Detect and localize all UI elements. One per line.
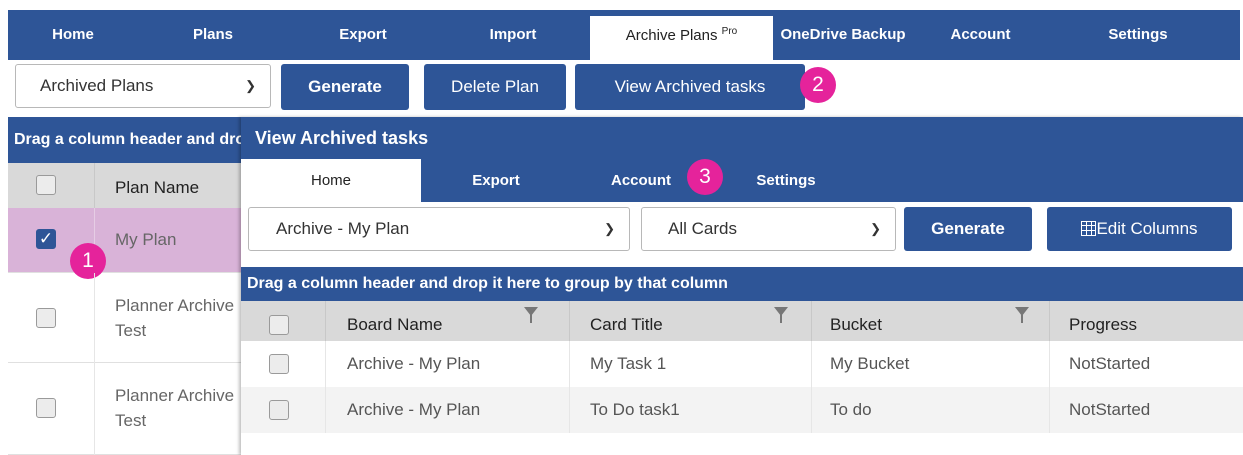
chevron-down-icon: ❯ [245,78,256,93]
plan-name-cell: Planner Archive [115,386,235,405]
plan-name-cell-line2: Test [115,411,147,430]
progress-header[interactable]: Progress [1069,301,1137,341]
tab-export[interactable]: Export [288,10,438,60]
pro-label: Pro [721,26,738,37]
column-divider [811,301,812,341]
modal-tab-settings[interactable]: Settings [736,159,836,202]
filter-icon[interactable] [774,307,788,323]
modal-nav-bar: Home Export Account Settings [241,159,1243,202]
card-title-cell: To Do task1 [590,400,680,419]
row-checkbox[interactable] [269,354,289,374]
modal-tab-export[interactable]: Export [421,159,571,202]
plan-name-cell: My Plan [115,230,177,249]
column-divider [325,341,326,387]
row-checkbox[interactable] [269,400,289,420]
column-divider [569,301,570,341]
modal-generate-button[interactable]: Generate [904,207,1032,251]
chevron-down-icon: ❯ [870,221,881,236]
card-title-header[interactable]: Card Title [590,301,663,341]
select-all-checkbox[interactable] [269,315,289,335]
tab-onedrive-backup[interactable]: OneDrive Backup [773,10,913,60]
progress-cell: NotStarted [1069,400,1151,419]
delete-plan-button[interactable]: Delete Plan [424,64,566,110]
tab-archive-plans-label: Archive Plans [625,27,718,44]
chevron-down-icon: ❯ [604,221,615,236]
plan-type-value: Archived Plans [40,76,154,95]
top-nav-bar: Home Plans Export Import Archive Plans P… [8,10,1240,60]
column-divider [811,341,812,387]
board-select[interactable]: Archive - My Plan ❯ [248,207,630,251]
bucket-cell: My Bucket [830,354,910,373]
board-select-value: Archive - My Plan [276,219,410,238]
group-by-bar[interactable]: Drag a column header and drop it here to… [241,267,1243,301]
column-divider [94,363,95,455]
column-divider [94,163,95,208]
row-checkbox[interactable] [36,308,56,328]
plan-grid-header: Plan Name [8,163,241,208]
view-archived-tasks-button[interactable]: View Archived tasks [575,64,805,110]
edit-columns-label: Edit Columns [1096,219,1198,238]
tab-account[interactable]: Account [913,10,1048,60]
column-divider [811,387,812,433]
progress-cell: NotStarted [1069,354,1151,373]
table-row[interactable]: Archive - My Plan To Do task1 To do NotS… [241,387,1243,433]
edit-columns-button[interactable]: Edit Columns [1047,207,1232,251]
cards-filter-value: All Cards [668,219,737,238]
step-badge-2: 2 [800,67,836,103]
board-name-cell: Archive - My Plan [347,400,481,419]
column-divider [569,341,570,387]
board-name-cell: Archive - My Plan [347,354,481,373]
tab-import[interactable]: Import [438,10,588,60]
table-row[interactable]: ✓ My Plan [8,208,241,273]
column-divider [94,273,95,363]
plan-name-header[interactable]: Plan Name [115,163,199,203]
modal-tab-home[interactable]: Home [241,159,421,202]
table-row[interactable]: Archive - My Plan My Task 1 My Bucket No… [241,341,1243,387]
cards-filter-select[interactable]: All Cards ❯ [641,207,896,251]
select-all-checkbox[interactable] [36,175,56,195]
table-row[interactable]: Planner Archive Test [8,363,241,455]
filter-icon[interactable] [1015,307,1029,323]
generate-button[interactable]: Generate [281,64,409,110]
window-title: View Archived tasks [241,117,1243,159]
tasks-grid-header: Board Name Card Title Bucket Progress [241,301,1243,341]
plan-type-select[interactable]: Archived Plans ❯ [15,64,271,108]
row-checkbox[interactable]: ✓ [36,229,56,249]
tab-archive-plans[interactable]: Archive Plans Pro [590,16,773,60]
column-divider [1049,387,1050,433]
view-archived-tasks-window: View Archived tasks Home Export Account … [241,117,1243,455]
columns-grid-icon [1081,221,1097,236]
column-divider [325,387,326,433]
column-divider [569,387,570,433]
tab-home[interactable]: Home [8,10,138,60]
bucket-cell: To do [830,400,872,419]
board-name-header[interactable]: Board Name [347,301,442,341]
modal-tab-account[interactable]: Account [586,159,696,202]
plan-name-cell: Planner Archive [115,296,235,315]
column-divider [1049,341,1050,387]
step-badge-3: 3 [687,159,723,195]
column-divider [1049,301,1050,341]
column-divider [325,301,326,341]
tab-settings[interactable]: Settings [1048,10,1228,60]
group-by-bar[interactable]: Drag a column header and drop it here to… [8,117,241,163]
plan-name-cell-line2: Test [115,321,147,340]
bucket-header[interactable]: Bucket [830,301,882,341]
tab-plans[interactable]: Plans [138,10,288,60]
card-title-cell: My Task 1 [590,354,667,373]
row-checkbox[interactable] [36,398,56,418]
filter-icon[interactable] [524,307,538,323]
table-row[interactable]: Planner Archive Test [8,273,241,363]
